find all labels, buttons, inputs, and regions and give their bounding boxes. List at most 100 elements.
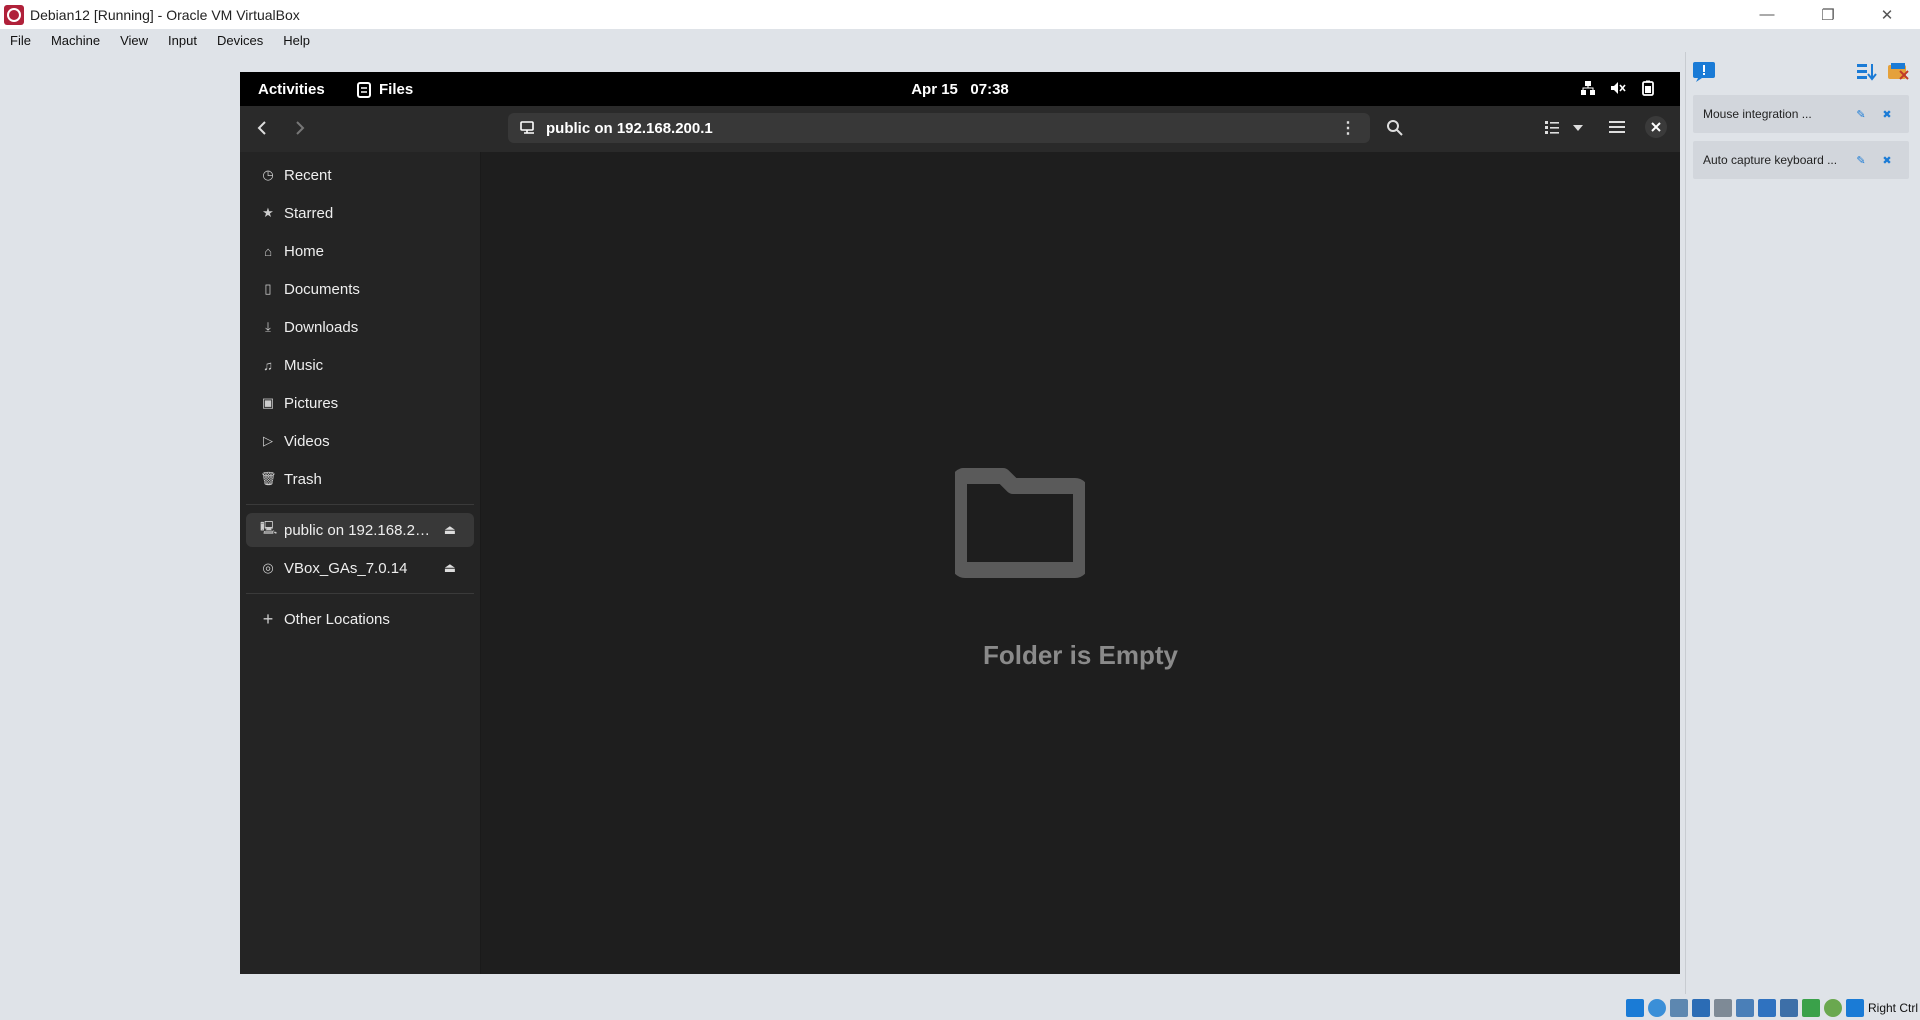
optical-drive-icon[interactable]: [1647, 999, 1666, 1017]
sidebar-item-label: Starred: [284, 204, 334, 222]
shared-folders-icon[interactable]: [1735, 999, 1754, 1017]
eject-icon[interactable]: ⏏: [444, 522, 456, 538]
sidebar-item-label: Documents: [284, 280, 360, 298]
close-window-button[interactable]: ✕: [1864, 0, 1910, 29]
cpu-icon[interactable]: [1801, 999, 1820, 1017]
forward-arrow-icon: [296, 121, 305, 135]
system-tray[interactable]: [1580, 80, 1656, 96]
clock-time: 07:38: [970, 81, 1009, 98]
network-drive-icon: 🖳: [260, 520, 278, 535]
notification-text: Auto capture keyboard ...: [1703, 153, 1838, 167]
sidebar-item-network-share[interactable]: 🖳 public on 192.168.2… ⏏: [246, 513, 474, 547]
gnome-top-bar: Activities Files Apr 15 07:38: [240, 72, 1680, 106]
sidebar-item-recent[interactable]: ◷ Recent: [246, 158, 474, 192]
audio-icon[interactable]: [1669, 999, 1688, 1017]
sidebar-item-vbox-gas[interactable]: ◎ VBox_GAs_7.0.14 ⏏: [246, 551, 474, 585]
virtualbox-app-icon: [4, 4, 24, 25]
search-icon: [1387, 120, 1403, 136]
menu-bar: File Machine View Input Devices Help: [0, 29, 1920, 51]
host-key-label: Right Ctrl: [1867, 1001, 1918, 1015]
menu-devices[interactable]: Devices: [207, 33, 273, 48]
clock-date: Apr 15: [911, 81, 958, 98]
network-wired-icon: [1581, 81, 1595, 95]
notification-info-icon[interactable]: ✎: [1853, 106, 1869, 122]
window-titlebar: Debian12 [Running] - Oracle VM VirtualBo…: [0, 0, 1920, 29]
picture-icon: ▣: [261, 395, 275, 410]
files-headerbar: public on 192.168.200.1 ⋮: [240, 106, 1680, 152]
document-icon: ▯: [264, 281, 272, 296]
sidebar-item-label: Downloads: [284, 318, 359, 336]
sidebar-item-downloads[interactable]: ⤓ Downloads: [246, 310, 474, 344]
path-menu-button[interactable]: ⋮: [1340, 118, 1356, 138]
notification-close-icon[interactable]: ✖: [1879, 152, 1895, 168]
list-view-button[interactable]: [1544, 119, 1560, 140]
home-icon: ⌂: [264, 243, 272, 259]
display-icon[interactable]: [1757, 999, 1776, 1017]
menu-file[interactable]: File: [0, 33, 41, 48]
notification-item[interactable]: Mouse integration ... ✎ ✖: [1693, 95, 1909, 133]
mouse-integration-icon[interactable]: [1823, 999, 1842, 1017]
clock[interactable]: Apr 15 07:38: [240, 81, 1680, 98]
sidebar-item-label: VBox_GAs_7.0.14: [284, 559, 408, 577]
notification-item[interactable]: Auto capture keyboard ... ✎ ✖: [1693, 141, 1909, 179]
folder-icon: [955, 468, 1085, 578]
recording-icon[interactable]: [1779, 999, 1798, 1017]
download-icon: ⤓: [265, 319, 271, 334]
menu-view[interactable]: View: [110, 33, 158, 48]
vm-display[interactable]: Activities Files Apr 15 07:38 public on …: [240, 72, 1680, 974]
battery-icon: [1642, 80, 1654, 96]
close-files-button[interactable]: [1644, 115, 1668, 144]
disc-icon: ◎: [262, 560, 274, 575]
sidebar-divider: [246, 504, 474, 505]
menu-input[interactable]: Input: [158, 33, 207, 48]
places-sidebar: ◷ Recent ★ Starred ⌂ Home ▯ Documents ⤓ …: [240, 152, 481, 974]
empty-folder-label: Folder is Empty: [982, 640, 1179, 670]
sidebar-item-label: Home: [284, 242, 325, 260]
view-options-dropdown[interactable]: [1571, 119, 1585, 140]
sidebar-item-label: Videos: [284, 432, 330, 450]
sidebar-item-starred[interactable]: ★ Starred: [246, 196, 474, 230]
sidebar-item-label: Other Locations: [284, 610, 390, 628]
eject-icon[interactable]: ⏏: [444, 560, 456, 576]
sort-icon[interactable]: [1856, 62, 1878, 82]
list-view-icon: [1545, 121, 1559, 134]
sidebar-item-videos[interactable]: ▷ Videos: [246, 424, 474, 458]
search-button[interactable]: [1386, 119, 1404, 142]
network-drive-icon: [520, 121, 534, 134]
usb-icon[interactable]: [1713, 999, 1732, 1017]
hard-disk-icon[interactable]: [1625, 999, 1644, 1017]
keyboard-capture-icon[interactable]: [1845, 999, 1864, 1017]
back-button[interactable]: [256, 120, 268, 141]
sidebar-item-label: Recent: [284, 166, 332, 184]
sidebar-item-label: public on 192.168.2…: [284, 521, 430, 539]
sidebar-item-trash[interactable]: 🗑 Trash: [246, 462, 474, 496]
clear-all-icon[interactable]: [1886, 61, 1910, 83]
message-icon[interactable]: [1692, 61, 1716, 83]
notification-info-icon[interactable]: ✎: [1853, 152, 1869, 168]
network-icon[interactable]: [1691, 999, 1710, 1017]
menu-machine[interactable]: Machine: [41, 33, 110, 48]
restore-button[interactable]: ❐: [1805, 0, 1851, 29]
sidebar-item-other-locations[interactable]: + Other Locations: [246, 602, 474, 636]
music-icon: ♫: [263, 357, 273, 373]
chevron-down-icon: [1573, 125, 1583, 131]
plus-icon: +: [262, 608, 274, 629]
notification-center: Mouse integration ... ✎ ✖ Auto capture k…: [1685, 52, 1920, 994]
menu-help[interactable]: Help: [273, 33, 320, 48]
sidebar-divider: [246, 593, 474, 594]
sidebar-item-documents[interactable]: ▯ Documents: [246, 272, 474, 306]
path-label: public on 192.168.200.1: [546, 119, 713, 137]
sidebar-item-pictures[interactable]: ▣ Pictures: [246, 386, 474, 420]
volume-muted-icon: [1611, 82, 1626, 94]
main-menu-button[interactable]: [1608, 119, 1626, 140]
back-arrow-icon: [257, 121, 266, 135]
minimize-button[interactable]: —: [1744, 0, 1790, 29]
notification-close-icon[interactable]: ✖: [1879, 106, 1895, 122]
sidebar-item-home[interactable]: ⌂ Home: [246, 234, 474, 268]
file-view[interactable]: Folder is Empty: [481, 152, 1680, 974]
path-bar[interactable]: public on 192.168.200.1 ⋮: [508, 113, 1370, 143]
forward-button[interactable]: [294, 120, 306, 141]
sidebar-item-music[interactable]: ♫ Music: [246, 348, 474, 382]
notification-toolbar: [1692, 58, 1916, 86]
vm-status-bar: Right Ctrl: [0, 996, 1920, 1020]
